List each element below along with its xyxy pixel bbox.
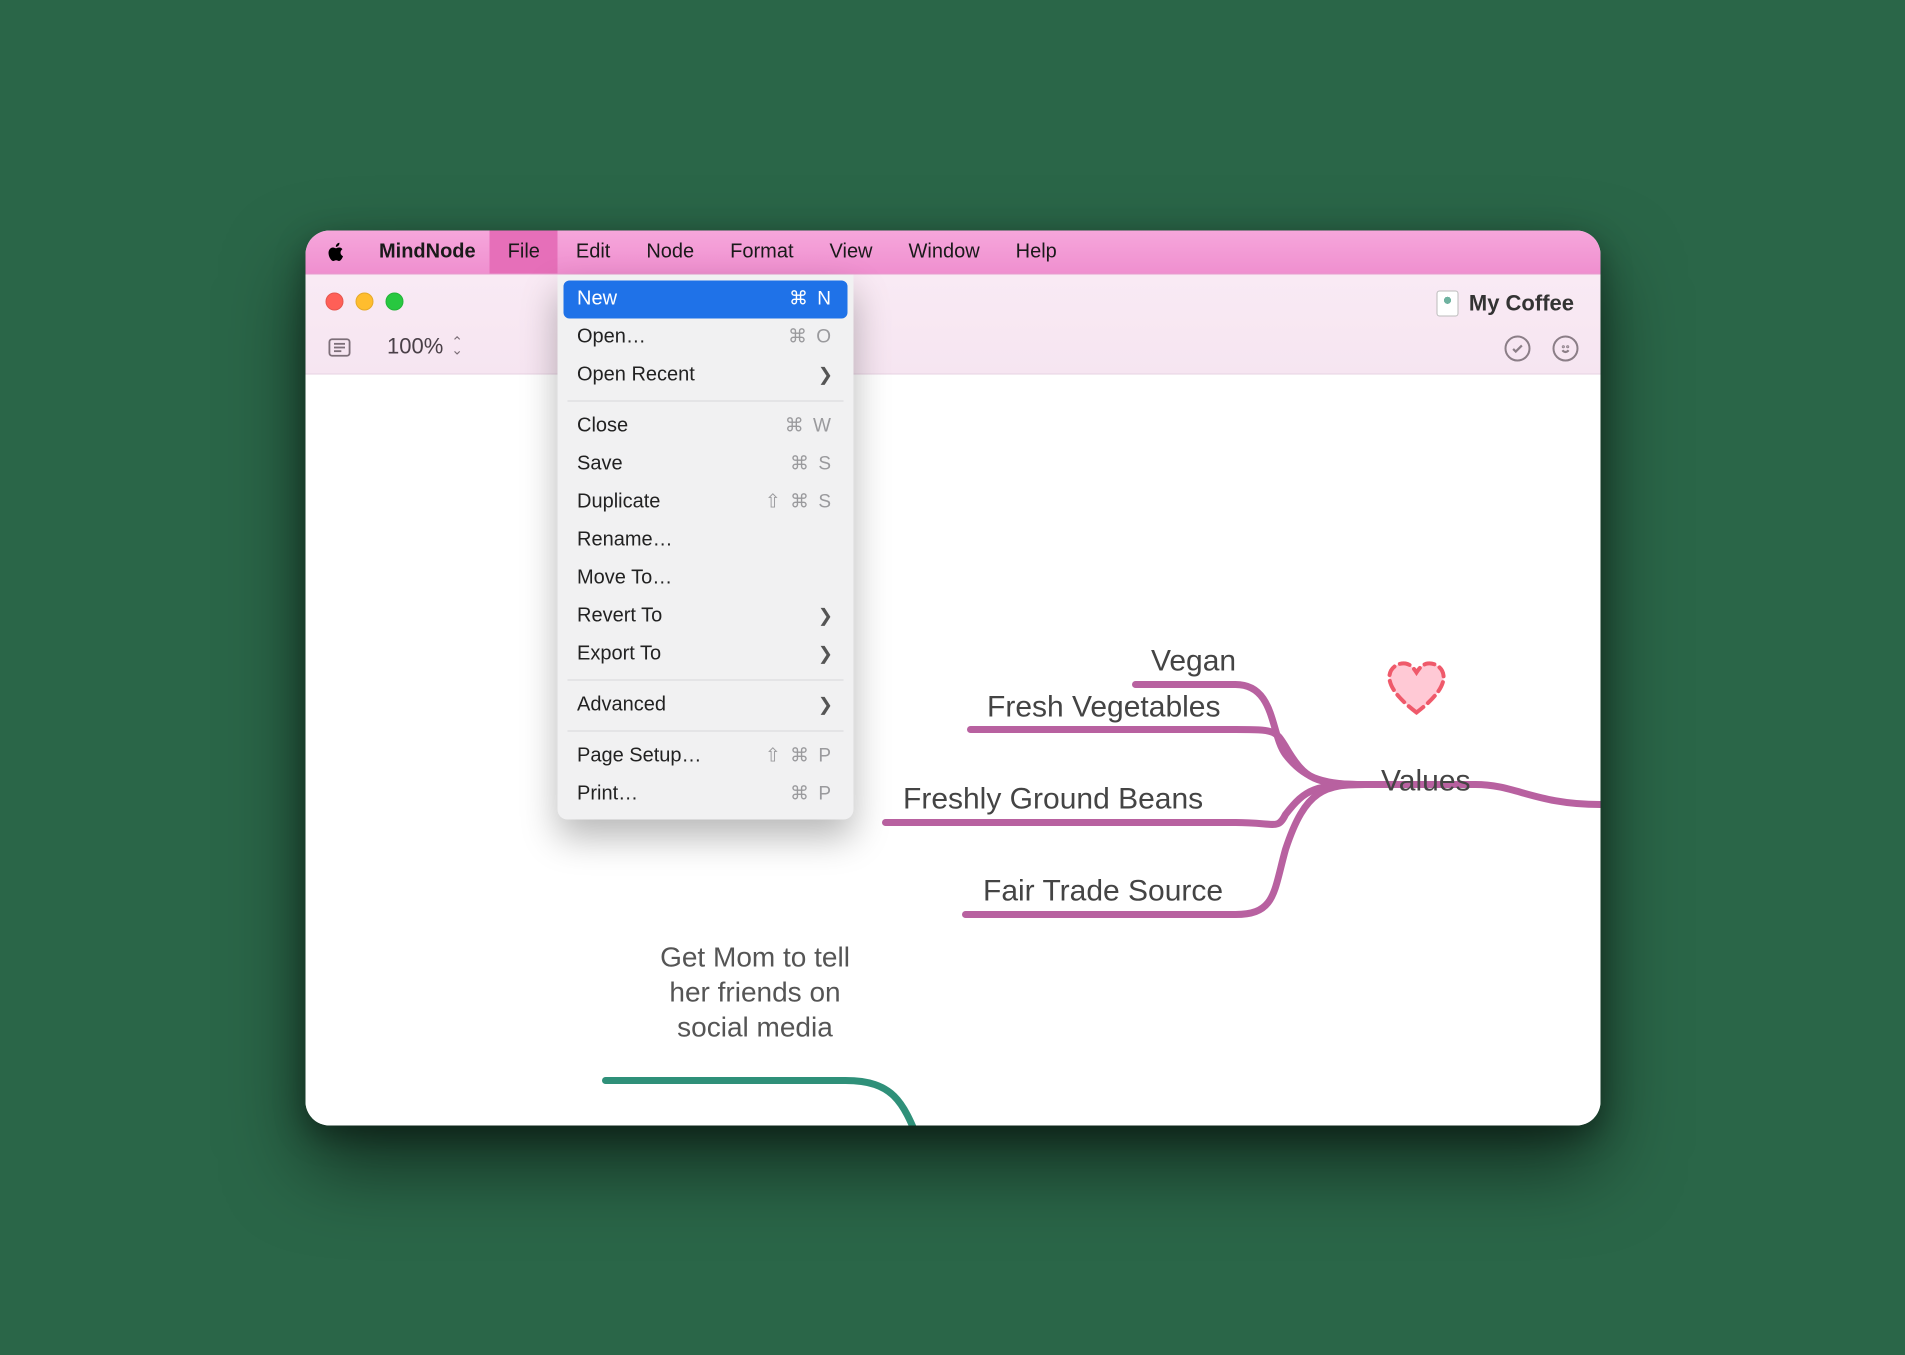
menu-item-shortcut: ⇧ ⌘ S xyxy=(765,491,833,514)
menu-view[interactable]: View xyxy=(812,230,891,273)
menu-separator xyxy=(567,679,843,680)
file-menu-item-new[interactable]: New ⌘ N xyxy=(563,280,847,318)
close-window-button[interactable] xyxy=(325,292,343,310)
file-menu-item-export-to[interactable]: Export To ❯ xyxy=(563,635,847,673)
document-icon xyxy=(1437,290,1459,316)
menu-item-label: Rename… xyxy=(577,529,673,552)
node-values[interactable]: Values xyxy=(1381,764,1471,798)
titlebar: My Coffee 100% ⌃⌄ xyxy=(305,274,1600,374)
node-fresh-vegetables[interactable]: Fresh Vegetables xyxy=(987,690,1220,724)
menu-item-shortcut: ⌘ O xyxy=(788,326,833,349)
window-controls xyxy=(325,292,403,310)
file-menu-item-advanced[interactable]: Advanced ❯ xyxy=(563,686,847,724)
app-name[interactable]: MindNode xyxy=(365,230,490,273)
file-menu-item-duplicate[interactable]: Duplicate ⇧ ⌘ S xyxy=(563,483,847,521)
app-window: MindNode File Edit Node Format View Wind… xyxy=(305,230,1600,1125)
outline-toggle-button[interactable] xyxy=(325,335,353,359)
chevron-right-icon: ❯ xyxy=(818,695,833,716)
menu-separator xyxy=(567,400,843,401)
menu-window[interactable]: Window xyxy=(891,230,998,273)
caption-line-2: her friends on xyxy=(615,974,895,1009)
menu-item-shortcut: ⌘ P xyxy=(790,783,833,806)
menu-item-label: Open… xyxy=(577,326,646,349)
apple-icon[interactable] xyxy=(321,237,351,267)
menu-item-label: Duplicate xyxy=(577,491,660,514)
menu-item-label: Export To xyxy=(577,643,661,666)
caption-line-1: Get Mom to tell xyxy=(615,939,895,974)
file-menu-item-move-to[interactable]: Move To… xyxy=(563,559,847,597)
menu-edit[interactable]: Edit xyxy=(558,230,628,273)
node-fair-trade[interactable]: Fair Trade Source xyxy=(983,874,1223,908)
file-menu-item-open-recent[interactable]: Open Recent ❯ xyxy=(563,356,847,394)
menu-node[interactable]: Node xyxy=(628,230,712,273)
status-check-icon[interactable] xyxy=(1504,335,1530,361)
menu-separator xyxy=(567,730,843,731)
menu-item-shortcut: ⌘ W xyxy=(785,415,833,438)
file-menu-item-revert-to[interactable]: Revert To ❯ xyxy=(563,597,847,635)
minimize-window-button[interactable] xyxy=(355,292,373,310)
menu-item-shortcut: ⌘ S xyxy=(790,453,833,476)
menu-item-label: Close xyxy=(577,415,628,438)
menu-item-label: Open Recent xyxy=(577,364,695,387)
mindmap-branches xyxy=(305,374,1600,1125)
zoom-value: 100% xyxy=(387,333,443,359)
file-menu-item-print[interactable]: Print… ⌘ P xyxy=(563,775,847,813)
file-menu-item-open[interactable]: Open… ⌘ O xyxy=(563,318,847,356)
menu-file[interactable]: File xyxy=(490,230,558,273)
menu-format[interactable]: Format xyxy=(712,230,811,273)
menu-item-label: Revert To xyxy=(577,605,662,628)
menu-item-label: New xyxy=(577,288,617,311)
fullscreen-window-button[interactable] xyxy=(385,292,403,310)
document-title: My Coffee xyxy=(1437,290,1574,316)
sticker-smile-icon[interactable] xyxy=(1552,335,1578,361)
menu-item-label: Move To… xyxy=(577,567,672,590)
menu-item-label: Advanced xyxy=(577,694,666,717)
node-ground-beans[interactable]: Freshly Ground Beans xyxy=(903,782,1203,816)
menu-item-shortcut: ⇧ ⌘ P xyxy=(765,745,833,768)
file-menu-item-save[interactable]: Save ⌘ S xyxy=(563,445,847,483)
file-menu-item-rename[interactable]: Rename… xyxy=(563,521,847,559)
file-menu-item-close[interactable]: Close ⌘ W xyxy=(563,407,847,445)
menu-item-shortcut: ⌘ N xyxy=(789,288,833,311)
menu-item-label: Print… xyxy=(577,783,638,806)
caption-line-3: social media xyxy=(615,1009,895,1044)
mindmap-canvas[interactable]: Values Vegan Fresh Vegetables Freshly Gr… xyxy=(305,374,1600,1125)
menu-help[interactable]: Help xyxy=(998,230,1075,273)
document-title-label: My Coffee xyxy=(1469,290,1574,316)
heart-icon xyxy=(1385,660,1447,721)
file-menu-item-page-setup[interactable]: Page Setup… ⇧ ⌘ P xyxy=(563,737,847,775)
zoom-stepper-icon: ⌃⌄ xyxy=(451,339,465,354)
chevron-right-icon: ❯ xyxy=(818,644,833,665)
node-vegan[interactable]: Vegan xyxy=(1151,644,1236,678)
menu-item-label: Save xyxy=(577,453,623,476)
chevron-right-icon: ❯ xyxy=(818,365,833,386)
menu-item-label: Page Setup… xyxy=(577,745,702,768)
file-menu-dropdown: New ⌘ N Open… ⌘ O Open Recent ❯ Close ⌘ W Save ⌘ … xyxy=(557,274,853,819)
chevron-right-icon: ❯ xyxy=(818,606,833,627)
zoom-control[interactable]: 100% ⌃⌄ xyxy=(375,329,477,363)
node-social-media-caption[interactable]: Get Mom to tell her friends on social me… xyxy=(615,939,895,1044)
menubar: MindNode File Edit Node Format View Wind… xyxy=(305,230,1600,274)
